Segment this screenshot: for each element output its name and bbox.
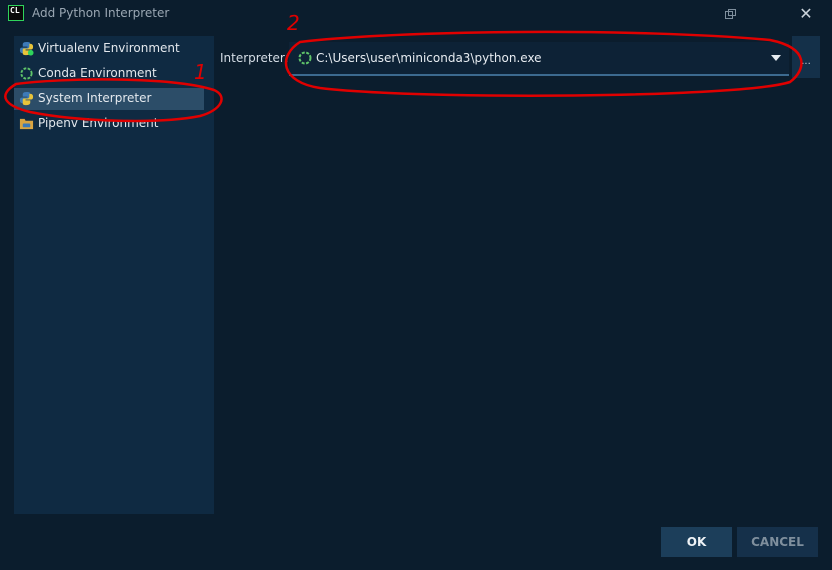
python-icon xyxy=(19,91,34,106)
dropdown-arrow-icon[interactable] xyxy=(771,55,781,61)
restore-icon[interactable] xyxy=(725,9,736,19)
interpreter-label: Interpreter: xyxy=(220,51,289,65)
sidebar-item-conda[interactable]: Conda Environment xyxy=(14,63,214,85)
title-bar: CL Add Python Interpreter ✕ xyxy=(0,0,832,28)
pipenv-icon xyxy=(19,118,34,130)
cancel-button[interactable]: CANCEL xyxy=(737,527,818,557)
browse-button[interactable]: ... xyxy=(792,36,820,78)
app-logo: CL xyxy=(8,5,24,21)
sidebar-item-label: Conda Environment xyxy=(38,66,157,80)
interpreter-dropdown[interactable]: C:\Users\user\miniconda3\python.exe xyxy=(289,42,789,76)
environment-type-list: Virtualenv Environment Conda Environment… xyxy=(14,36,214,514)
sidebar-item-virtualenv[interactable]: Virtualenv Environment xyxy=(14,38,214,60)
interpreter-path-value: C:\Users\user\miniconda3\python.exe xyxy=(316,51,542,65)
conda-icon xyxy=(298,51,312,65)
sidebar-item-label: Pipenv Environment xyxy=(38,116,159,130)
sidebar-item-system-interpreter[interactable]: System Interpreter xyxy=(14,88,204,110)
conda-icon xyxy=(20,67,33,80)
sidebar-item-pipenv[interactable]: Pipenv Environment xyxy=(14,113,214,135)
window-title: Add Python Interpreter xyxy=(32,6,170,20)
close-icon[interactable]: ✕ xyxy=(797,5,815,23)
ok-button[interactable]: OK xyxy=(661,527,732,557)
sidebar-item-label: Virtualenv Environment xyxy=(38,41,180,55)
virtualenv-icon xyxy=(19,41,34,56)
sidebar-item-label: System Interpreter xyxy=(38,91,152,105)
